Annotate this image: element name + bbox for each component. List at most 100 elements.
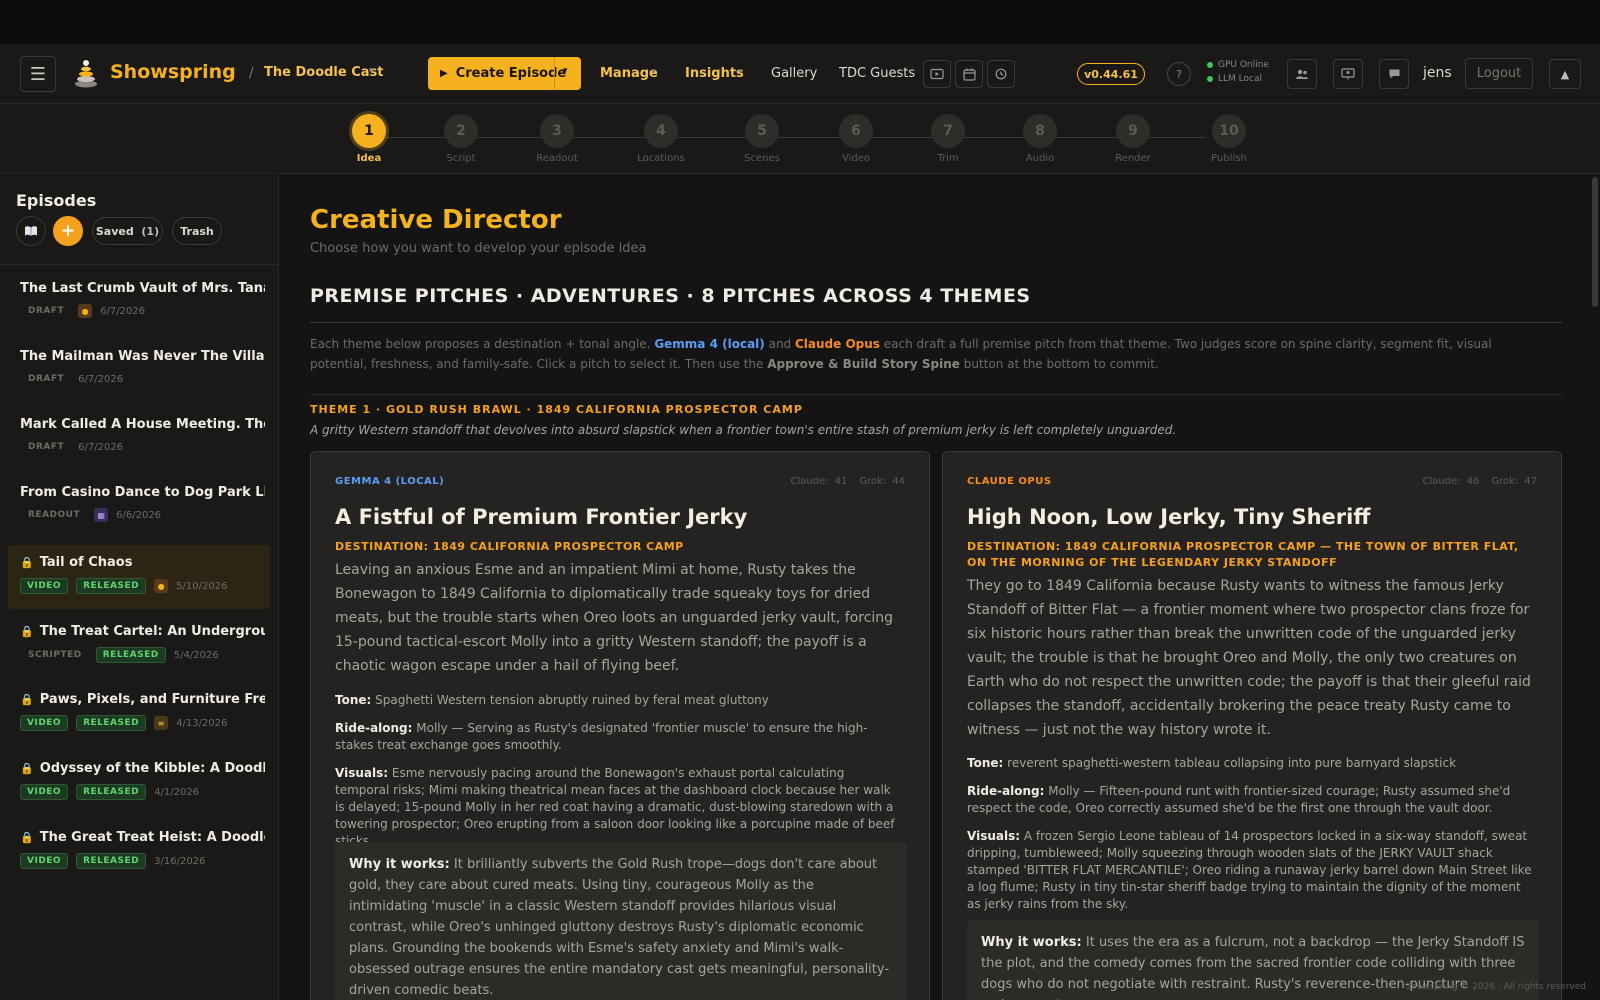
claude-score: 46: [1466, 476, 1480, 487]
create-episode-button[interactable]: ▶ Create Episode ▾: [428, 57, 581, 90]
episode-item[interactable]: From Casino Dance to Dog Park Lin... REA…: [8, 475, 270, 539]
presenter-icon[interactable]: [1333, 59, 1363, 89]
released-badge: RELEASED: [76, 784, 147, 800]
pitch-title: A Fistful of Premium Frontier Jerky: [335, 505, 748, 529]
step-number: 5: [745, 114, 779, 148]
episode-date: 6/7/2026: [78, 373, 124, 385]
chevron-down-icon[interactable]: ▾: [652, 67, 656, 76]
menu-icon[interactable]: ☰: [20, 56, 56, 92]
logout-button[interactable]: Logout: [1465, 58, 1533, 89]
pitch-body: Leaving an anxious Esme and an impatient…: [335, 562, 894, 674]
chat-icon[interactable]: [1379, 59, 1409, 89]
episode-date: 6/6/2026: [116, 509, 162, 521]
step-script[interactable]: 2 Script: [421, 114, 501, 164]
released-badge: RELEASED: [76, 853, 147, 869]
scrollbar[interactable]: [1592, 177, 1598, 307]
divider: [0, 264, 279, 265]
episode-title: The Last Crumb Vault of Mrs. Tanaka: [20, 281, 265, 296]
episode-item[interactable]: Mark Called A House Meeting. The ... DRA…: [8, 407, 270, 471]
chevron-down-icon[interactable]: ▾: [369, 66, 374, 76]
step-label: Render: [1115, 153, 1151, 164]
status-badge: VIDEO: [20, 784, 69, 800]
episode-item[interactable]: The Mailman Was Never The Villain DRAFT 6…: [8, 339, 270, 403]
nav-gallery[interactable]: Gallery: [771, 66, 817, 81]
pitch-ride-along: Ride-along: Molly — Fifteen-pound runt w…: [967, 784, 1511, 815]
video-icon[interactable]: [923, 60, 951, 88]
grok-score: 47: [1524, 476, 1537, 487]
clock-icon[interactable]: [987, 60, 1015, 88]
step-number: 1: [352, 114, 386, 148]
step-idea[interactable]: 1 Idea: [329, 114, 409, 164]
grok-score: 44: [892, 476, 905, 487]
episode-date: 4/1/2026: [154, 786, 200, 798]
people-icon[interactable]: [1287, 59, 1317, 89]
step-video[interactable]: 6 Video: [816, 114, 896, 164]
calendar-icon[interactable]: [955, 60, 983, 88]
nav-manage[interactable]: Manage: [600, 66, 658, 81]
episode-item[interactable]: 🔒Paws, Pixels, and Furniture Frenzy VIDE…: [8, 682, 270, 746]
top-nav: ☰ Showspring / The Doodle Cast ▾ ▶ Creat…: [0, 44, 1600, 104]
breadcrumb-show[interactable]: The Doodle Cast: [264, 65, 384, 80]
step-label: Readout: [536, 153, 578, 164]
play-icon: ▶: [440, 68, 448, 79]
create-episode-dropdown-icon[interactable]: ▾: [563, 66, 568, 76]
step-label: Publish: [1211, 153, 1247, 164]
page-subtitle: Choose how you want to develop your epis…: [310, 241, 647, 256]
status-badge: SCRIPTED: [28, 650, 82, 660]
status-dot-icon: [1207, 76, 1213, 82]
released-badge: RELEASED: [76, 715, 147, 731]
pitch-why-it-works: Why it works: It brilliantly subverts th…: [335, 842, 907, 1000]
step-render[interactable]: 9 Render: [1093, 114, 1173, 164]
episode-item[interactable]: The Last Crumb Vault of Mrs. Tanaka DRAF…: [8, 271, 270, 335]
opus-label: Claude Opus: [795, 337, 880, 351]
released-badge: RELEASED: [95, 647, 166, 663]
pitch-visuals: Visuals: Esme nervously pacing around th…: [335, 766, 895, 848]
section-title: PREMISE PITCHES · ADVENTURES · 8 PITCHES…: [310, 285, 1031, 307]
step-label: Trim: [937, 153, 959, 164]
page-title: Creative Director: [310, 205, 562, 235]
pitch-visuals: Visuals: A frozen Sergio Leone tableau o…: [967, 829, 1532, 911]
username[interactable]: jens: [1423, 65, 1452, 81]
image-icon: ▦: [94, 508, 109, 522]
footer-text: Showspring © 2026 · All rights reserved: [1405, 982, 1586, 992]
step-trim[interactable]: 7 Trim: [908, 114, 988, 164]
episode-item-selected[interactable]: 🔒 Tail of Chaos VIDEO RELEASED ● 5/10/2026: [8, 545, 270, 609]
help-icon[interactable]: ?: [1167, 62, 1191, 86]
status-badge: VIDEO: [20, 578, 69, 594]
gemma-label: Gemma 4 (local): [654, 337, 765, 351]
step-locations[interactable]: 4 Locations: [621, 114, 701, 164]
lock-icon: 🔒: [20, 625, 34, 638]
gpu-status: GPU Online: [1207, 60, 1269, 70]
step-number: 9: [1116, 114, 1150, 148]
pitch-destination: DESTINATION: 1849 CALIFORNIA PROSPECTOR …: [335, 540, 684, 553]
episode-item[interactable]: 🔒The Treat Cartel: An Undergroun... SCRI…: [8, 614, 270, 678]
step-readout[interactable]: 3 Readout: [517, 114, 597, 164]
add-episode-button[interactable]: +: [53, 216, 83, 246]
chevron-down-icon[interactable]: ▾: [738, 67, 742, 76]
theme-description: A gritty Western standoff that devolves …: [310, 423, 1177, 437]
step-audio[interactable]: 8 Audio: [1000, 114, 1080, 164]
step-publish[interactable]: 10 Publish: [1189, 114, 1269, 164]
eject-icon[interactable]: ▲: [1549, 59, 1581, 89]
app-logo-text[interactable]: Showspring: [110, 61, 236, 83]
trash-button[interactable]: Trash: [172, 217, 222, 245]
version-badge[interactable]: v0.44.61: [1077, 63, 1145, 85]
saved-label: Saved: [95, 224, 134, 238]
episode-title: 🔒Odyssey of the Kibble: A Doodle...: [20, 761, 265, 776]
episode-title: From Casino Dance to Dog Park Lin...: [20, 485, 265, 500]
judge-scores: Claude: 46 Grok: 47: [1422, 476, 1538, 487]
book-icon[interactable]: [16, 216, 46, 246]
step-scenes[interactable]: 5 Scenes: [722, 114, 802, 164]
status-badge: DRAFT: [28, 442, 65, 452]
pitch-card-opus[interactable]: CLAUDE OPUS Claude: 46 Grok: 47 High Noon, …: [942, 451, 1562, 1000]
status-badge: VIDEO: [20, 853, 69, 869]
episode-item[interactable]: 🔒The Great Treat Heist: A Doodle ... VID…: [8, 820, 270, 884]
pitch-card-gemma[interactable]: GEMMA 4 (LOCAL) Claude: 41 Grok: 44 A Fistf…: [310, 451, 930, 1000]
nav-tdc-guests[interactable]: TDC Guests: [839, 66, 915, 81]
episode-item[interactable]: 🔒Odyssey of the Kibble: A Doodle... VIDE…: [8, 751, 270, 815]
pitch-tone: Tone: reverent spaghetti-western tableau…: [967, 756, 1457, 770]
pitch-title: High Noon, Low Jerky, Tiny Sheriff: [967, 505, 1371, 529]
step-label: Locations: [637, 153, 685, 164]
nav-insights[interactable]: Insights: [685, 66, 744, 81]
saved-button[interactable]: Saved (1): [92, 217, 163, 245]
